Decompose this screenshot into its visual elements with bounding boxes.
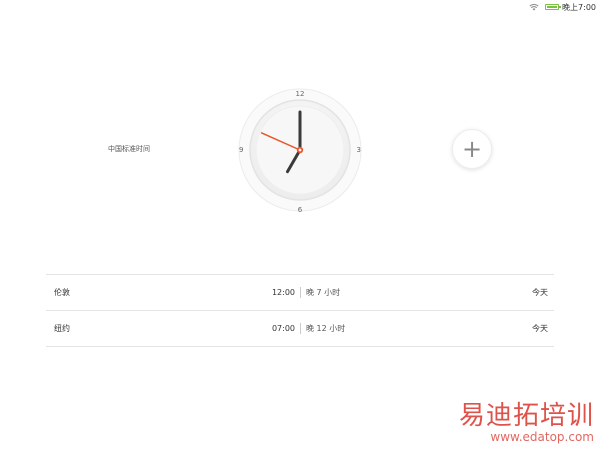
row-divider [300, 287, 301, 298]
world-clock-list: 伦敦 12:00 晚 7 小时 今天 纽约 07:00 晚 12 小时 今天 [46, 274, 554, 347]
city-time: 12:00 [271, 288, 295, 297]
row-divider [300, 323, 301, 334]
watermark-text: 易迪拓培训 [458, 401, 594, 431]
city-row[interactable]: 纽约 07:00 晚 12 小时 今天 [46, 311, 554, 347]
plus-icon: + [461, 135, 483, 163]
status-time: 晚上7:00 [562, 2, 596, 12]
analog-clock: 12 3 6 9 [237, 87, 363, 213]
city-name: 纽约 [54, 324, 70, 333]
city-day: 今天 [532, 324, 548, 333]
city-row[interactable]: 伦敦 12:00 晚 7 小时 今天 [46, 275, 554, 311]
clock-number-3: 3 [357, 146, 361, 154]
city-name: 伦敦 [54, 288, 70, 297]
wifi-icon [529, 4, 539, 11]
city-offset: 晚 7 小时 [306, 288, 341, 297]
local-timezone-label: 中国标准时间 [108, 145, 150, 153]
battery-icon [545, 4, 562, 10]
city-offset: 晚 12 小时 [306, 324, 346, 333]
clock-number-9: 9 [239, 146, 243, 154]
city-time: 07:00 [271, 324, 295, 333]
clock-number-6: 6 [298, 206, 303, 213]
city-day: 今天 [532, 288, 548, 297]
clock-face: 12 3 6 9 [238, 88, 362, 213]
clock-number-12: 12 [296, 90, 305, 98]
add-city-button[interactable]: + [452, 129, 492, 169]
watermark: 易迪拓培训 www.edatop.com [459, 395, 594, 444]
watermark-url: www.edatop.com [490, 430, 594, 444]
status-bar: 晚上7:00 [0, 0, 600, 14]
